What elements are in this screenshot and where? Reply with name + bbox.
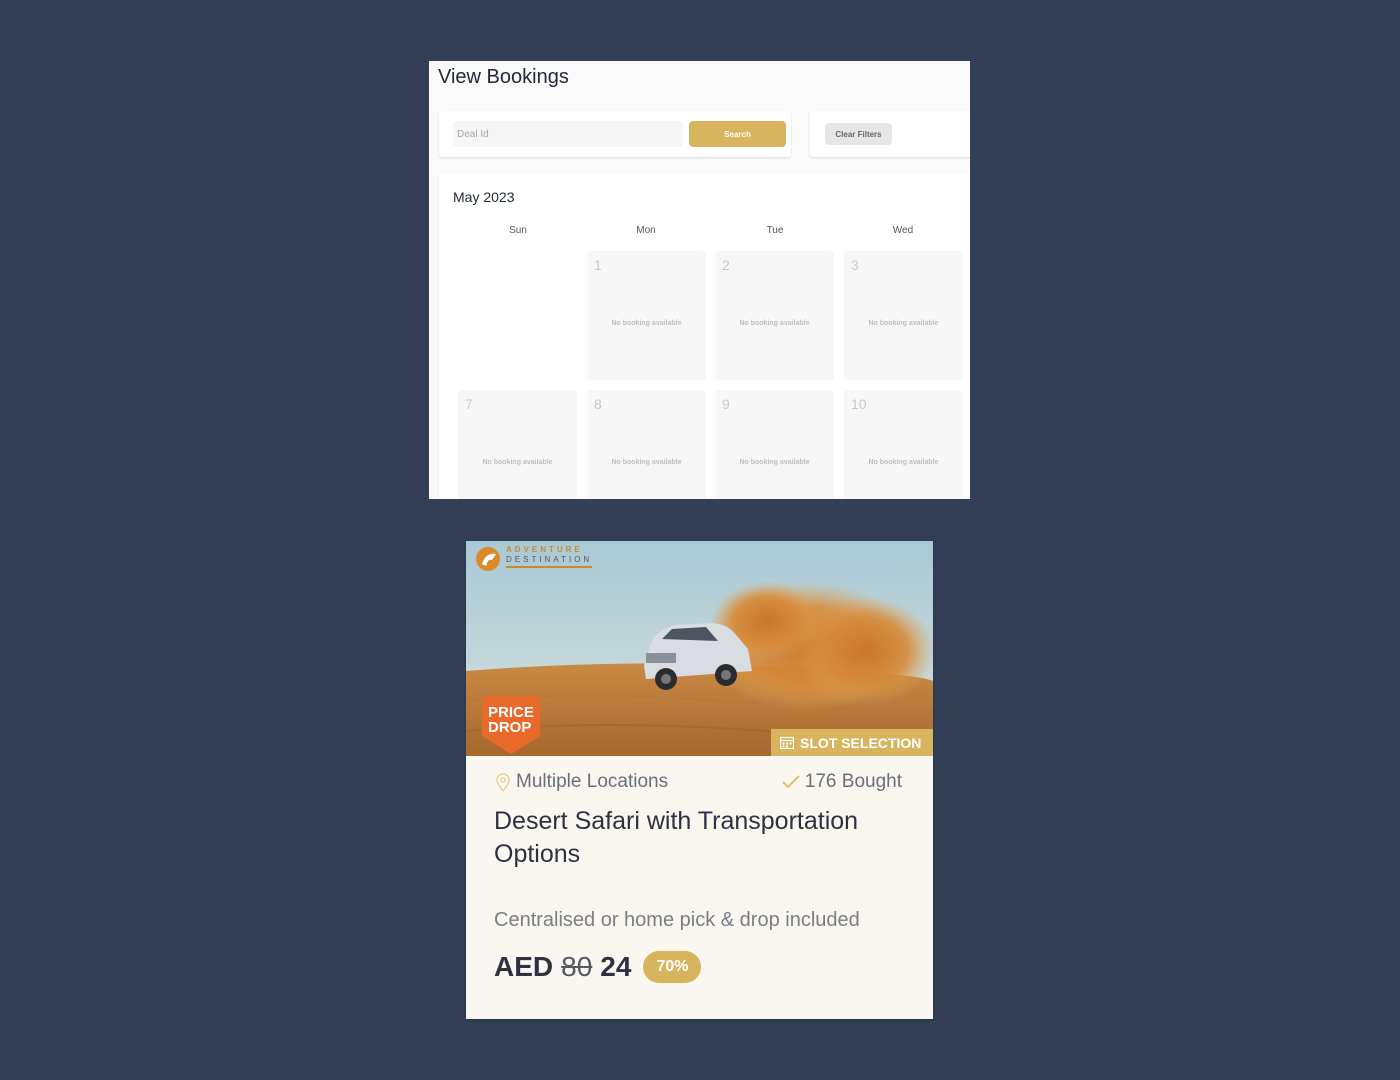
calendar-day-cell[interactable]: 10 No booking available (844, 390, 963, 499)
calendar-day-cell[interactable]: 1 No booking available (587, 251, 706, 380)
search-button[interactable]: Search (689, 121, 786, 147)
weekday-tue: Tue (766, 225, 784, 236)
deal-card[interactable]: ADVENTURE DESTINATION PRICE DROP SLOT SE… (466, 541, 933, 1019)
currency-label: AED (494, 951, 554, 982)
weekday-mon: Mon (636, 225, 656, 236)
logo-text-bottom: DESTINATION (506, 555, 593, 564)
bought-row: 176 Bought (782, 771, 902, 793)
location-text: Multiple Locations (516, 771, 669, 792)
day-booking-note: No booking available (482, 459, 553, 466)
deal-subtitle: Centralised or home pick & drop included (494, 909, 860, 931)
day-booking-note: No booking available (611, 320, 682, 327)
price-drop-line2: DROP (488, 719, 532, 736)
logo-underline (506, 566, 592, 568)
deal-title[interactable]: Desert Safari with Transportation Option… (494, 805, 904, 871)
calendar-month-label: May 2023 (453, 189, 515, 205)
day-number: 9 (722, 396, 730, 412)
calendar: May 2023 Sun Mon Tue Wed 1 No booking av… (439, 173, 970, 499)
price-row: AED 80 24 70% (494, 951, 702, 983)
calendar-day-cell[interactable]: 8 No booking available (587, 390, 706, 499)
location-row: Multiple Locations (496, 771, 668, 793)
view-bookings-panel: View Bookings Search Clear Filters May 2… (429, 61, 970, 499)
day-number: 7 (465, 396, 473, 412)
day-number: 2 (722, 257, 730, 273)
checkmark-icon (782, 775, 800, 789)
day-number: 10 (851, 396, 867, 412)
discount-badge: 70% (643, 951, 702, 983)
new-price: 24 (600, 951, 632, 982)
slot-selection-label: SLOT SELECTION (800, 734, 922, 751)
weekday-sun: Sun (509, 225, 527, 236)
calendar-day-cell[interactable]: 3 No booking available (844, 251, 963, 380)
bought-count: 176 Bought (804, 771, 902, 792)
logo-text-top: ADVENTURE (506, 545, 583, 554)
day-booking-note: No booking available (739, 459, 810, 466)
day-number: 1 (594, 257, 602, 273)
slot-selection-badge[interactable]: SLOT SELECTION (771, 729, 933, 756)
calendar-day-cell[interactable]: 9 No booking available (715, 390, 834, 499)
calendar-day-cell[interactable]: 7 No booking available (458, 390, 577, 499)
search-filter-card: Search (439, 111, 791, 157)
day-booking-note: No booking available (868, 459, 939, 466)
day-booking-note: No booking available (611, 459, 682, 466)
calendar-icon (780, 736, 794, 749)
old-price: 80 (561, 951, 593, 982)
day-booking-note: No booking available (739, 320, 810, 327)
clear-filters-button[interactable]: Clear Filters (825, 123, 892, 145)
calendar-day-cell[interactable]: 2 No booking available (715, 251, 834, 380)
day-number: 8 (594, 396, 602, 412)
day-number: 3 (851, 257, 859, 273)
day-booking-note: No booking available (868, 320, 939, 327)
weekday-wed: Wed (892, 225, 914, 236)
clear-filter-card: Clear Filters (810, 111, 970, 157)
location-pin-icon (496, 772, 510, 792)
page-title: View Bookings (438, 66, 569, 88)
price-drop-line1: PRICE (488, 704, 534, 721)
deal-id-input[interactable] (453, 121, 683, 147)
